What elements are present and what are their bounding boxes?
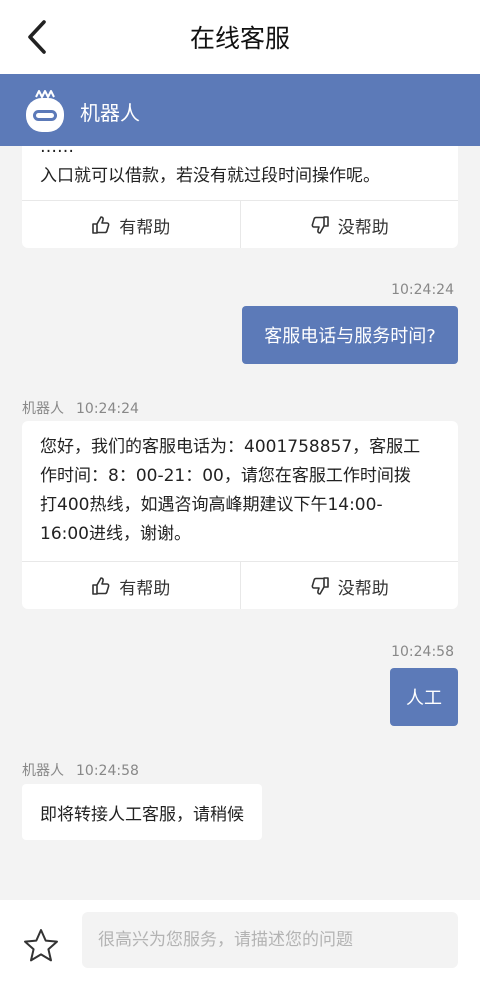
message-line: 16:00进线，谢谢。	[40, 524, 191, 544]
message-input[interactable]	[82, 912, 458, 968]
sender-name: 机器人	[22, 763, 64, 779]
message-line: 作时间：8：00-21：00，请您在客服工作时间拨	[40, 466, 411, 486]
message-meta: 机器人 10:24:24	[22, 398, 139, 418]
favorite-button[interactable]	[23, 928, 59, 964]
thumbs-down-icon	[311, 216, 329, 234]
message-text: 人工	[406, 688, 442, 709]
bot-message-card: …… 入口就可以借款，若没有就过段时间操作呢。 有帮助 没帮助	[22, 146, 458, 248]
feedback-row: 有帮助 没帮助	[22, 200, 458, 248]
not-helpful-button[interactable]: 没帮助	[239, 201, 459, 248]
user-message-bubble: 人工	[390, 668, 458, 726]
thumbs-up-icon	[92, 216, 110, 234]
message-text: 即将转接人工客服，请稍候	[40, 804, 244, 825]
user-message-bubble: 客服电话与服务时间?	[242, 306, 458, 364]
message-timestamp: 10:24:24	[76, 401, 139, 417]
input-bar	[0, 900, 480, 1001]
bot-message-bubble: 即将转接人工客服，请稍候	[22, 784, 262, 840]
page-title: 在线客服	[189, 24, 290, 53]
message-text: 客服电话与服务时间?	[264, 326, 436, 347]
sender-name: 机器人	[22, 401, 64, 417]
message-timestamp: 10:24:58	[76, 763, 139, 779]
thumbs-down-icon	[311, 577, 329, 595]
message-line: 您好，我们的客服电话为：4001758857，客服工	[40, 437, 421, 457]
message-timestamp: 10:24:24	[391, 282, 454, 298]
helpful-label: 有帮助	[119, 578, 171, 599]
not-helpful-button[interactable]: 没帮助	[239, 562, 459, 609]
top-bar: 在线客服	[0, 0, 480, 74]
message-meta: 机器人 10:24:58	[22, 760, 139, 780]
chat-area[interactable]: …… 入口就可以借款，若没有就过段时间操作呢。 有帮助 没帮助 10:24:24…	[0, 146, 480, 900]
robot-icon	[20, 86, 70, 136]
feedback-row: 有帮助 没帮助	[22, 561, 458, 609]
message-line: 打400热线，如遇咨询高峰期建议下午14:00-	[40, 495, 383, 515]
thumbs-up-icon	[92, 577, 110, 595]
not-helpful-label: 没帮助	[337, 217, 389, 238]
bot-message-card: 您好，我们的客服电话为：4001758857，客服工 作时间：8：00-21：00…	[22, 421, 458, 609]
bot-header: 机器人	[0, 74, 480, 146]
message-text-partial: ……	[40, 146, 74, 157]
helpful-button[interactable]: 有帮助	[22, 562, 240, 609]
helpful-label: 有帮助	[119, 217, 171, 238]
bot-name: 机器人	[80, 101, 140, 125]
helpful-button[interactable]: 有帮助	[22, 201, 240, 248]
not-helpful-label: 没帮助	[337, 578, 389, 599]
message-text: 您好，我们的客服电话为：4001758857，客服工 作时间：8：00-21：00…	[22, 421, 458, 549]
message-text: 入口就可以借款，若没有就过段时间操作呢。	[40, 166, 380, 186]
star-icon	[24, 929, 58, 962]
message-timestamp: 10:24:58	[391, 644, 454, 660]
